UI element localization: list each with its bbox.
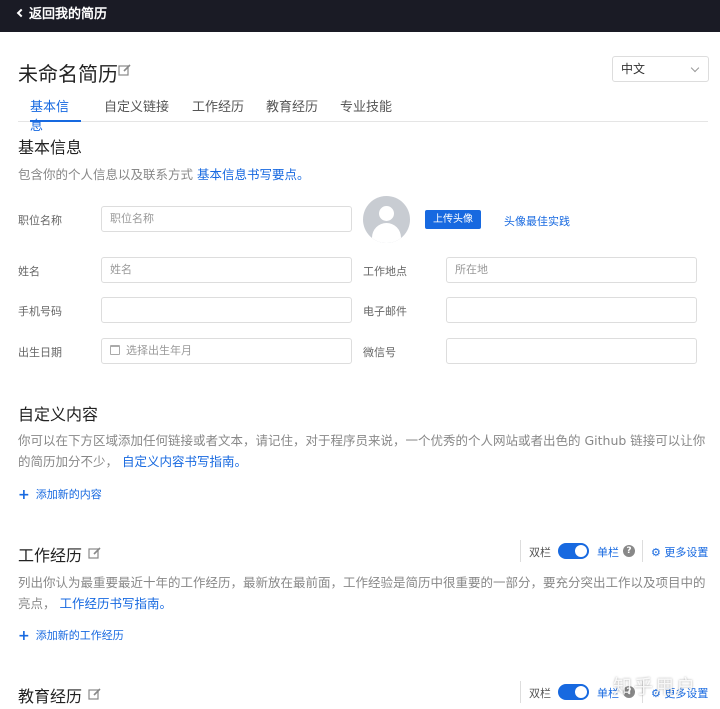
back-link-label: 返回我的简历 xyxy=(29,7,108,22)
name-label: 姓名 xyxy=(18,265,40,278)
birth-label: 出生日期 xyxy=(18,346,62,359)
column-toggle[interactable] xyxy=(558,684,589,700)
education-title: 教育经历 xyxy=(18,687,83,706)
edit-education-title-icon[interactable] xyxy=(88,686,102,700)
tab-education[interactable]: 教育经历 xyxy=(266,96,318,122)
column-toggle[interactable] xyxy=(558,543,589,559)
name-input[interactable]: 姓名 xyxy=(101,257,352,283)
position-input[interactable]: 职位名称 xyxy=(101,206,352,232)
location-input[interactable]: 所在地 xyxy=(446,257,697,283)
calendar-icon xyxy=(110,345,120,355)
work-experience-desc: 列出你认为最重要最近十年的工作经历，最新放在最前面，工作经验是简历中很重要的一部… xyxy=(18,575,706,611)
email-label: 电子邮件 xyxy=(363,305,407,318)
resume-title: 未命名简历 xyxy=(18,62,118,86)
add-custom-content-button[interactable]: + 添加新的内容 xyxy=(18,486,102,503)
gear-icon: ⚙ xyxy=(651,546,661,559)
position-label: 职位名称 xyxy=(18,214,62,227)
work-experience-guide-link[interactable]: 工作经历书写指南。 xyxy=(59,596,172,611)
wechat-input[interactable] xyxy=(446,338,697,364)
tab-skills[interactable]: 专业技能 xyxy=(340,96,392,122)
double-column-label: 双栏 xyxy=(529,546,551,559)
plus-icon: + xyxy=(18,628,30,644)
custom-content-desc: 你可以在下方区域添加任何链接或者文本，请记住，对于程序员来说，一个优秀的个人网站… xyxy=(18,433,706,469)
email-input[interactable] xyxy=(446,297,697,323)
phone-input[interactable] xyxy=(101,297,352,323)
wechat-label: 微信号 xyxy=(363,346,396,359)
birth-placeholder: 选择出生年月 xyxy=(126,344,192,357)
basic-info-title: 基本信息 xyxy=(18,138,83,157)
tab-basic-info[interactable]: 基本信息 xyxy=(30,96,81,134)
avatar[interactable] xyxy=(363,196,410,243)
custom-content-title: 自定义内容 xyxy=(18,405,99,424)
edit-title-icon[interactable] xyxy=(118,62,132,76)
phone-label: 手机号码 xyxy=(18,305,62,318)
language-value: 中文 xyxy=(621,62,646,76)
language-select[interactable]: 中文 xyxy=(612,56,709,82)
birth-date-picker[interactable]: 选择出生年月 xyxy=(101,338,352,364)
double-column-label: 双栏 xyxy=(529,687,551,700)
work-experience-title: 工作经历 xyxy=(18,546,83,565)
avatar-tips-link[interactable]: 头像最佳实践 xyxy=(504,213,570,229)
back-link[interactable]: 返回我的简历 xyxy=(16,0,108,32)
tab-work-experience[interactable]: 工作经历 xyxy=(192,96,244,122)
add-work-experience-button[interactable]: + 添加新的工作经历 xyxy=(18,627,124,644)
upload-avatar-button[interactable]: 上传头像 xyxy=(425,210,481,229)
chevron-down-icon xyxy=(690,63,700,73)
basic-info-guide-link[interactable]: 基本信息书写要点。 xyxy=(197,167,310,182)
edit-work-title-icon[interactable] xyxy=(88,545,102,559)
top-bar: 返回我的简历 xyxy=(0,0,720,32)
watermark: 知乎用户 xyxy=(613,676,698,698)
chevron-left-icon xyxy=(16,8,26,18)
tab-custom-links[interactable]: 自定义链接 xyxy=(104,96,169,122)
more-settings-button[interactable]: ⚙ 更多设置 xyxy=(651,544,708,560)
single-column-label[interactable]: 单栏 xyxy=(597,544,619,560)
section-tabs: 基本信息 自定义链接 工作经历 教育经历 专业技能 xyxy=(18,96,708,134)
custom-content-guide-link[interactable]: 自定义内容书写指南。 xyxy=(122,454,247,469)
help-icon[interactable]: ? xyxy=(623,545,635,557)
plus-icon: + xyxy=(18,487,30,503)
location-label: 工作地点 xyxy=(363,265,407,278)
basic-info-desc: 包含你的个人信息以及联系方式 基本信息书写要点。 xyxy=(18,167,310,182)
